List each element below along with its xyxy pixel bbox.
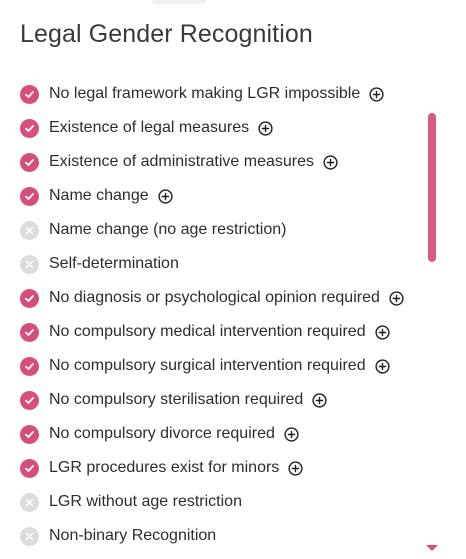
scroll-down-arrow-icon[interactable]	[426, 545, 438, 551]
plus-circle-icon[interactable]	[312, 392, 327, 408]
criterion-label: No compulsory sterilisation required	[49, 391, 304, 408]
plus-circle-icon[interactable]	[158, 188, 173, 204]
cross-circle-icon	[20, 220, 39, 240]
criterion-label: Existence of administrative measures	[49, 153, 314, 170]
criterion-label: Name change	[49, 187, 149, 204]
plus-circle-icon[interactable]	[374, 358, 390, 374]
criterion-label: No legal framework making LGR impossible	[49, 85, 361, 102]
scrollbar-thumb[interactable]	[428, 113, 436, 262]
criterion-label: Name change (no age restriction)	[49, 221, 287, 238]
criterion-item: Self-determination	[20, 247, 420, 281]
check-circle-icon	[20, 288, 39, 308]
criterion-item: Existence of administrative measures	[20, 145, 420, 179]
check-circle-icon	[20, 186, 39, 206]
criterion-item: No compulsory medical intervention requi…	[20, 315, 420, 349]
plus-circle-icon[interactable]	[284, 426, 299, 442]
check-circle-icon	[20, 152, 39, 172]
plus-circle-icon[interactable]	[389, 290, 404, 306]
criterion-label: No compulsory divorce required	[49, 425, 275, 442]
criterion-item: No legal framework making LGR impossible	[20, 77, 420, 111]
plus-circle-icon[interactable]	[288, 460, 303, 476]
criterion-item: Existence of legal measures	[20, 111, 420, 145]
criterion-label: No diagnosis or psychological opinion re…	[49, 289, 380, 306]
plus-circle-icon[interactable]	[323, 154, 338, 170]
cross-circle-icon	[20, 492, 39, 512]
cross-circle-icon	[20, 254, 39, 274]
criterion-item: No diagnosis or psychological opinion re…	[20, 281, 420, 315]
criterion-item: Name change (no age restriction)	[20, 213, 420, 247]
plus-circle-icon[interactable]	[258, 120, 273, 136]
criterion-item: No compulsory divorce required	[20, 417, 420, 451]
criterion-item: No compulsory sterilisation required	[20, 383, 420, 417]
check-circle-icon	[20, 356, 39, 376]
criterion-item: Non-binary Recognition	[20, 519, 420, 553]
check-circle-icon	[20, 390, 39, 410]
criterion-item: LGR without age restriction	[20, 485, 420, 519]
top-tab-handle	[152, 0, 206, 4]
criterion-label: LGR without age restriction	[49, 493, 242, 510]
criterion-label: Existence of legal measures	[49, 119, 250, 136]
check-circle-icon	[20, 322, 39, 342]
plus-circle-icon[interactable]	[369, 86, 384, 102]
criterion-label: LGR procedures exist for minors	[49, 459, 280, 476]
check-circle-icon	[20, 118, 39, 138]
criterion-item: Name change	[20, 179, 420, 213]
criterion-label: Self-determination	[49, 255, 179, 272]
page-title: Legal Gender Recognition	[20, 20, 313, 48]
criterion-label: No compulsory medical intervention requi…	[49, 323, 366, 340]
plus-circle-icon[interactable]	[374, 324, 390, 340]
criterion-label: No compulsory surgical intervention requ…	[49, 357, 366, 374]
check-circle-icon	[20, 84, 39, 104]
criteria-list: No legal framework making LGR impossible…	[20, 77, 420, 553]
criterion-label: Non-binary Recognition	[49, 527, 217, 544]
check-circle-icon	[20, 458, 39, 478]
check-circle-icon	[20, 424, 39, 444]
criterion-item: LGR procedures exist for minors	[20, 451, 420, 485]
criterion-item: No compulsory surgical intervention requ…	[20, 349, 420, 383]
cross-circle-icon	[20, 526, 39, 546]
